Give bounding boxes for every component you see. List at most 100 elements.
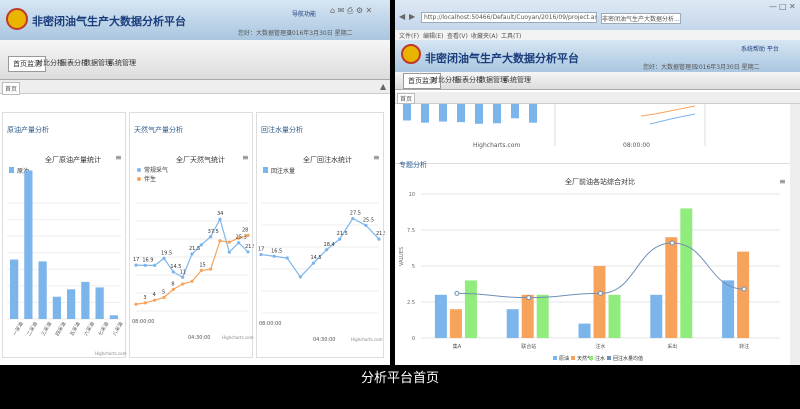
data-label: 16.5 [271,248,282,254]
bar [650,294,663,338]
gas-chart: 常规采气伴生1716.919.514.51121.537.53425.321.9… [132,166,254,341]
data-point [298,275,302,279]
data-point [338,237,342,241]
maximize-icon[interactable]: □ [779,2,787,11]
left-tab-strip: 首页 ▲ [0,80,390,95]
header-links[interactable]: 导航功能 [292,9,316,18]
left-header-banner: 非密闭油气生产大数据分析平台 导航功能 ⌂ ✉ ⎙ ⚙ ✕ 您好：大数据管理员 … [0,0,390,40]
home-icon[interactable]: ⌂ [330,6,335,15]
data-point [162,295,166,300]
close-icon[interactable]: ✕ [366,6,373,15]
data-label: 21.5 [376,231,385,237]
left-browser-window: 非密闭油气生产大数据分析平台 导航功能 ⌂ ✉ ⎙ ⚙ ✕ 您好：大数据管理员 … [0,0,390,365]
data-point [377,237,381,241]
legend-label: 回注水量 [271,167,295,175]
data-point [181,275,185,279]
menu-view[interactable]: 查看(V) [447,31,468,40]
data-label: 5 [162,290,165,296]
browser-tab[interactable]: 非密闭油气生产大数据分析... [601,13,681,24]
menu-file[interactable]: 文件(F) [399,31,419,40]
legend-marker [137,168,141,172]
bar [449,309,462,338]
bar [529,104,537,123]
right-tab-strip: 首页 [395,92,800,104]
water-chart: 回注水量1716.514.518.421.527.525.521.508:00:… [258,167,385,343]
data-point [324,248,329,252]
mail-icon[interactable]: ✉ [338,6,345,15]
header-help-link[interactable]: 系统帮助 平台 [741,44,779,53]
legend-label: 伴生 [144,175,156,183]
bar [464,280,477,338]
data-point [227,240,231,244]
series-line [640,105,696,117]
header-date: 2016年3月30日 星期二 [288,30,353,37]
data-label: 17 [133,257,139,263]
data-point [171,287,175,291]
tick-label: 二采油 [25,321,39,338]
bar [493,104,501,124]
menu-favorites[interactable]: 收藏夹(A) [471,31,498,40]
data-point [171,270,175,274]
tick-label: 08:00:00 [132,319,154,325]
y-tick-label: 5 [412,264,415,270]
back-icon[interactable]: ◀ [399,12,405,21]
bar [593,266,606,338]
partial-top-charts [403,104,706,146]
data-point [272,254,276,258]
window-close-icon[interactable]: ✕ [789,2,796,11]
legend-swatch [263,167,268,173]
data-point [199,268,203,273]
address-bar[interactable]: http://localhost:50466/Default/Cuoyan/20… [421,12,597,23]
data-point [259,252,263,257]
menu-edit[interactable]: 编辑(E) [423,31,443,40]
vertical-scrollbar[interactable] [790,104,800,365]
tick-label: 七采油 [97,321,111,338]
data-label: 17 [258,247,264,253]
minimize-icon[interactable]: — [769,2,777,11]
data-point [134,302,138,306]
nav-system[interactable]: 系统管理 [104,56,140,72]
menu-tools[interactable]: 工具(T) [501,31,521,40]
water-panel: 回注水量分析 全厂回注水统计 ≡ 回注水量 17 16.5 14.5 18.4 21.5 2… [256,112,385,358]
data-point [669,240,675,246]
data-point [364,223,368,227]
user-greeting: 您好：大数据管理员 [643,64,698,71]
chart-menu-icon[interactable]: ≡ [373,153,380,162]
data-point [143,263,147,267]
scroll-up-icon[interactable]: ▲ [380,82,386,91]
forward-icon[interactable]: ▶ [409,12,415,21]
data-point [741,286,747,292]
bar [722,280,735,338]
print-icon[interactable]: ⎙ [347,6,353,15]
tick-label: 五采油 [68,321,82,338]
bar [475,104,483,124]
legend-swatch [571,356,575,360]
bar [665,237,678,338]
data-point [143,301,147,305]
tick-label: 08:00:00 [259,321,281,327]
data-label: 27.5 [350,210,361,216]
app-title: 非密闭油气生产大数据分析平台 [425,52,579,65]
data-label: 25.5 [363,217,374,223]
left-nav-bar: 首页监测 对比分析 报表分析 数据管理 系统管理 [0,40,390,80]
nav-system[interactable]: 系统管理 [499,73,535,89]
data-point [209,235,213,239]
chart-menu-icon[interactable]: ≡ [115,153,122,162]
chart-menu-icon[interactable]: ≡ [242,153,249,162]
settings-icon[interactable]: ⚙ [356,6,363,15]
right-header-banner: 非密闭油气生产大数据分析平台 系统帮助 平台 您好：大数据管理员 2016年3月… [395,40,800,72]
top-chart-credit: Highcharts.com [473,142,521,149]
legend-label: 注水 [595,355,605,362]
bar [608,294,621,338]
tick-label: 八采油 [111,321,125,338]
tab-home[interactable]: 首页 [2,82,21,95]
data-point [454,290,460,296]
bar [24,170,33,319]
tab-home[interactable]: 首页 [397,93,416,104]
data-label: 37.5 [208,229,219,235]
data-point [526,295,532,301]
data-label: 25.3 [236,235,247,241]
chart-credit: Highcharts.com [95,351,127,356]
data-label: 34 [217,211,223,217]
bar [536,294,549,338]
